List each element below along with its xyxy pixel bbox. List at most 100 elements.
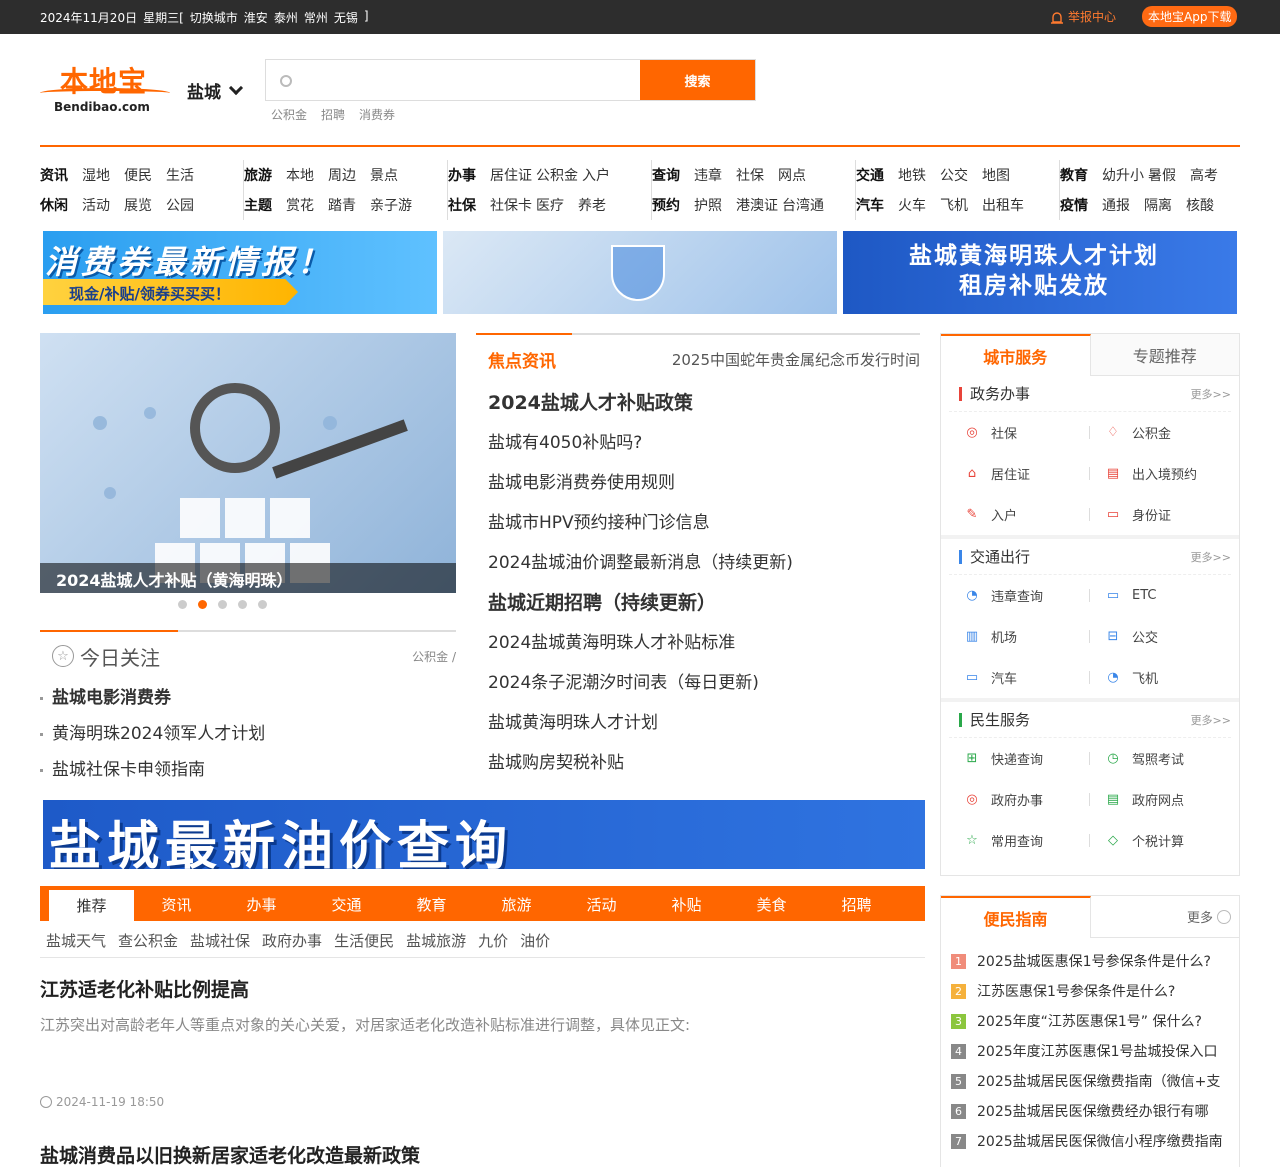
today-tag[interactable]: 公积金 / xyxy=(412,648,456,665)
focus-item[interactable]: 盐城市HPV预约接种门诊信息 xyxy=(476,503,920,543)
service-link[interactable]: ▭ 汽车 xyxy=(949,657,1090,698)
service-link[interactable]: ◔ 飞机 xyxy=(1090,657,1231,698)
focus-marquee[interactable]: 2025中国蛇年贵金属纪念币发行时间 xyxy=(672,349,920,370)
nav-category[interactable]: 资讯 xyxy=(40,165,68,185)
nav-link[interactable]: 养老 xyxy=(578,195,606,215)
nav-link[interactable]: 入户 xyxy=(582,165,610,185)
city-link[interactable]: 淮安 xyxy=(244,9,268,26)
more-link[interactable]: 更多>> xyxy=(1191,712,1231,728)
nav-link[interactable]: 医疗 xyxy=(536,195,564,215)
sub-link[interactable]: 生活便民 xyxy=(334,930,394,951)
nav-category[interactable]: 社保 xyxy=(448,195,476,215)
tab-events[interactable]: 活动 xyxy=(559,887,644,922)
sub-link[interactable]: 盐城社保 xyxy=(190,930,250,951)
nav-link[interactable]: 踏青 xyxy=(328,195,356,215)
nav-link[interactable]: 核酸 xyxy=(1186,195,1214,215)
nav-link[interactable]: 通报 xyxy=(1102,195,1130,215)
guide-item[interactable]: 5 2025盐城居民医保缴费指南（微信+支 xyxy=(951,1066,1239,1096)
article-title[interactable]: 盐城消费品以旧换新居家适老化改造最新政策 xyxy=(40,1141,925,1168)
slider-dot[interactable] xyxy=(178,600,187,609)
guide-item[interactable]: 6 2025盐城居民医保缴费经办银行有哪 xyxy=(951,1096,1239,1126)
nav-link[interactable]: 周边 xyxy=(328,165,356,185)
focus-headline[interactable]: 盐城近期招聘（持续更新） xyxy=(476,583,920,623)
sub-link[interactable]: 盐城旅游 xyxy=(406,930,466,951)
hot-keyword[interactable]: 招聘 xyxy=(321,106,345,123)
city-link[interactable]: 无锡 xyxy=(334,9,358,26)
site-logo[interactable]: 本地宝 Bendibao.com xyxy=(40,60,170,120)
security-banner[interactable] xyxy=(443,231,837,314)
tab-traffic[interactable]: 交通 xyxy=(304,887,389,922)
focus-item[interactable]: 2024条子泥潮汐时间表（每日更新) xyxy=(476,663,920,703)
guide-item[interactable]: 1 2025盐城医惠保1号参保条件是什么? xyxy=(951,946,1239,976)
nav-link[interactable]: 台湾通 xyxy=(782,195,824,215)
focus-item[interactable]: 2024盐城油价调整最新消息（持续更新) xyxy=(476,543,920,583)
nav-link[interactable]: 违章 xyxy=(694,165,722,185)
service-link[interactable]: ▭ ETC xyxy=(1090,575,1231,616)
nav-link[interactable]: 亲子游 xyxy=(370,195,412,215)
article-title[interactable]: 江苏适老化补贴比例提高 xyxy=(40,975,925,1002)
service-link[interactable]: ☆ 常用查询 xyxy=(949,820,1090,861)
nav-link[interactable]: 港澳证 xyxy=(736,195,778,215)
sub-link[interactable]: 政府办事 xyxy=(262,930,322,951)
nav-link[interactable]: 火车 xyxy=(898,195,926,215)
tab-city-services[interactable]: 城市服务 xyxy=(941,334,1091,376)
nav-category[interactable]: 汽车 xyxy=(856,195,884,215)
talent-banner[interactable]: 盐城黄海明珠人才计划 租房补贴发放 xyxy=(843,231,1237,314)
city-link[interactable]: 常州 xyxy=(304,9,328,26)
nav-link[interactable]: 高考 xyxy=(1190,165,1218,185)
nav-link[interactable]: 飞机 xyxy=(940,195,968,215)
service-link[interactable]: ◎ 政府办事 xyxy=(949,779,1090,820)
nav-category[interactable]: 旅游 xyxy=(244,165,272,185)
guide-title[interactable]: 便民指南 xyxy=(941,896,1091,938)
coupon-banner[interactable]: 消费券最新情报！ 现金/补贴/领券买买买！ xyxy=(43,231,437,314)
city-selector[interactable]: 盐城 xyxy=(187,78,244,103)
slider-dot[interactable] xyxy=(238,600,247,609)
report-center-link[interactable]: 举报中心 xyxy=(1050,8,1116,25)
app-download-button[interactable]: 本地宝App下载 xyxy=(1142,6,1238,27)
city-link[interactable]: 泰州 xyxy=(274,9,298,26)
nav-category[interactable]: 休闲 xyxy=(40,195,68,215)
nav-category[interactable]: 预约 xyxy=(652,195,680,215)
nav-link[interactable]: 居住证 xyxy=(490,165,532,185)
nav-link[interactable]: 景点 xyxy=(370,165,398,185)
tab-education[interactable]: 教育 xyxy=(389,887,474,922)
nav-link[interactable]: 赏花 xyxy=(286,195,314,215)
nav-category[interactable]: 查询 xyxy=(652,165,680,185)
nav-link[interactable]: 网点 xyxy=(778,165,806,185)
tab-food[interactable]: 美食 xyxy=(729,887,814,922)
focus-headline[interactable]: 2024盐城人才补贴政策 xyxy=(476,383,920,423)
guide-more-link[interactable]: 更多 xyxy=(1187,896,1239,937)
slider-dot[interactable] xyxy=(218,600,227,609)
nav-link[interactable]: 便民 xyxy=(124,165,152,185)
tab-jobs[interactable]: 招聘 xyxy=(814,887,899,922)
tab-recommend[interactable]: 推荐 xyxy=(49,890,134,921)
service-link[interactable]: ◷ 驾照考试 xyxy=(1090,738,1231,779)
slider-dot[interactable] xyxy=(258,600,267,609)
slider-caption[interactable]: 2024盐城人才补贴（黄海明珠） xyxy=(40,563,456,593)
nav-link[interactable]: 出租车 xyxy=(982,195,1024,215)
guide-item[interactable]: 2 江苏医惠保1号参保条件是什么? xyxy=(951,976,1239,1006)
nav-link[interactable]: 暑假 xyxy=(1148,165,1176,185)
service-link[interactable]: ◇ 个税计算 xyxy=(1090,820,1231,861)
nav-link[interactable]: 社保卡 xyxy=(490,195,532,215)
service-link[interactable]: ▭ 身份证 xyxy=(1090,494,1231,535)
nav-link[interactable]: 地图 xyxy=(982,165,1010,185)
service-link[interactable]: ◔ 违章查询 xyxy=(949,575,1090,616)
nav-link[interactable]: 生活 xyxy=(166,165,194,185)
nav-link[interactable]: 公交 xyxy=(940,165,968,185)
nav-link[interactable]: 展览 xyxy=(124,195,152,215)
nav-link[interactable]: 护照 xyxy=(694,195,722,215)
guide-item[interactable]: 4 2025年度江苏医惠保1号盐城投保入口 xyxy=(951,1036,1239,1066)
nav-category[interactable]: 主题 xyxy=(244,195,272,215)
oil-price-banner[interactable]: 盐城最新油价查询 xyxy=(43,800,925,869)
nav-link[interactable]: 公积金 xyxy=(536,165,578,185)
nav-category[interactable]: 疫情 xyxy=(1060,195,1088,215)
focus-item[interactable]: 盐城有4050补贴吗? xyxy=(476,423,920,463)
nav-link[interactable]: 公园 xyxy=(166,195,194,215)
nav-link[interactable]: 社保 xyxy=(736,165,764,185)
focus-item[interactable]: 盐城黄海明珠人才计划 xyxy=(476,703,920,743)
service-link[interactable]: ▤ 出入境预约 xyxy=(1090,453,1231,494)
hot-keyword[interactable]: 公积金 xyxy=(271,106,307,123)
more-link[interactable]: 更多>> xyxy=(1191,386,1231,402)
guide-item[interactable]: 7 2025盐城居民医保微信小程序缴费指南 xyxy=(951,1126,1239,1156)
